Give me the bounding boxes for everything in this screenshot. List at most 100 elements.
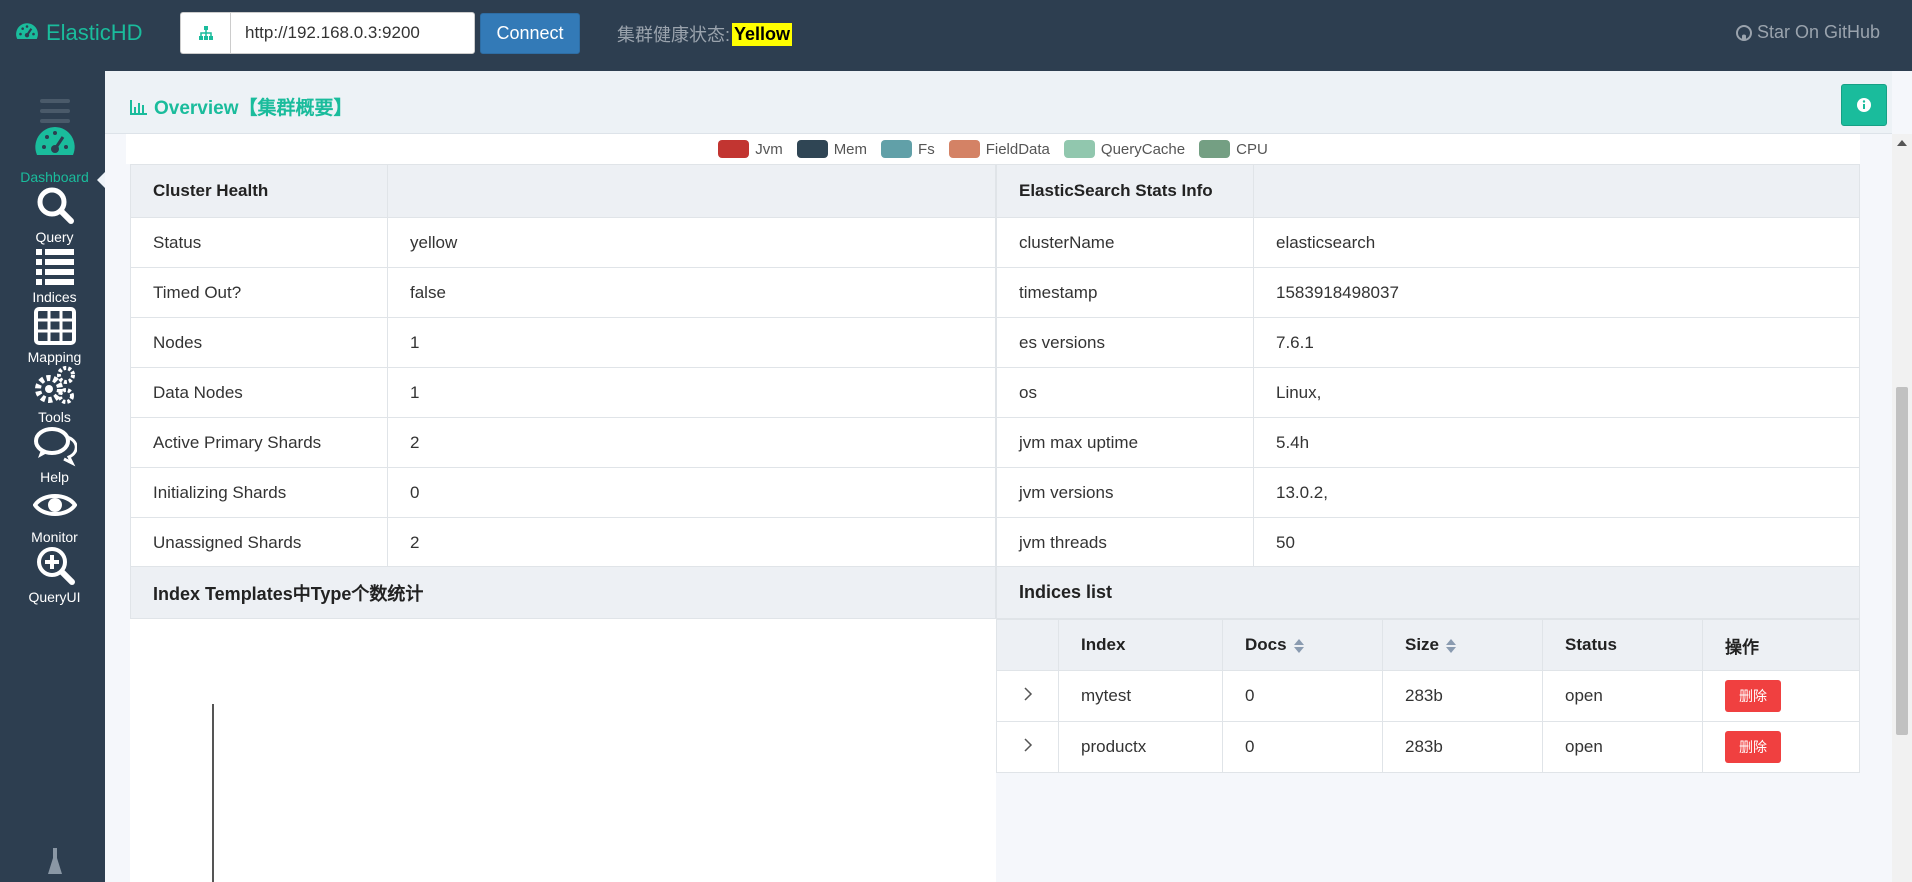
cluster-health-indicator: 集群健康状态: Yellow [617,21,793,47]
row-value: 1 [387,317,996,368]
top-navbar: ElasticHD Connect 集群健康状态: Yellow Star On… [0,0,1912,66]
legend-item-cpu[interactable]: CPU [1199,140,1268,158]
url-input-group [180,12,475,54]
table-row: Status yellow [130,217,996,268]
table-row: Timed Out? false [130,267,996,318]
legend-item-fs[interactable]: Fs [881,140,935,158]
dashboard-icon [34,127,75,155]
row-value: 5.4h [1253,417,1860,468]
table-row: Unassigned Shards 2 [130,517,996,568]
dashboard-icon [16,23,38,39]
column-header-docs[interactable]: Docs [1222,619,1383,671]
row-key: Unassigned Shards [130,517,388,568]
sidebar-item-help[interactable]: Help [4,423,105,485]
expand-row-icon[interactable] [996,721,1059,773]
sort-icon[interactable] [1445,638,1457,654]
stats-info-table: ElasticSearch Stats Info clusterName elas… [996,164,1860,568]
page-title: Overview【集群概要】 [130,93,353,120]
sidebar-item-tools[interactable]: Tools [4,363,105,425]
index-docs: 0 [1222,670,1383,722]
table-row: jvm max uptime 5.4h [996,417,1860,468]
row-value: 1583918498037 [1253,267,1860,318]
table-header: Cluster Health [130,164,388,218]
sidebar-item-query[interactable]: Query [4,183,105,245]
column-header-size[interactable]: Size [1382,619,1543,671]
sort-icon[interactable] [1293,638,1305,654]
bar-chart-icon [130,99,147,115]
row-key: Status [130,217,388,268]
row-value: 13.0.2, [1253,467,1860,518]
github-icon [1735,24,1752,41]
table-header [1253,164,1860,218]
github-star-link[interactable]: Star On GitHub [1735,22,1880,43]
index-size: 283b [1382,721,1543,773]
column-header-actions: 操作 [1702,619,1860,671]
row-value: 1 [387,367,996,418]
index-size: 283b [1382,670,1543,722]
sidebar: Dashboard Query Indices Mapping Tools He… [4,71,106,882]
scroll-up-arrow-icon[interactable] [1897,140,1907,146]
legend-label: FieldData [985,140,1050,158]
table-row: Initializing Shards 0 [130,467,996,518]
index-status: open [1542,721,1703,773]
table-row: jvm versions 13.0.2, [996,467,1860,518]
column-header-index: Index [1058,619,1223,671]
legend-item-mem[interactable]: Mem [796,140,868,158]
row-key: timestamp [996,267,1254,318]
expand-row-icon[interactable] [996,670,1059,722]
info-button[interactable] [1841,84,1887,126]
table-row: es versions 7.6.1 [996,317,1860,368]
legend-label: Jvm [755,140,783,158]
legend-swatch [881,140,913,158]
chart-axis [212,704,214,882]
sidebar-item-queryui[interactable]: QueryUI [4,543,105,605]
legend-item-fielddata[interactable]: FieldData [948,140,1050,158]
row-value: false [387,267,996,318]
templates-panel-title: Index Templates中Type个数统计 [130,566,996,619]
sidebar-item-indices[interactable]: Indices [4,243,105,305]
delete-button[interactable]: 删除 [1725,731,1781,763]
legend-label: Fs [918,140,935,158]
legend-item-jvm[interactable]: Jvm [718,140,783,158]
page-scrollbar[interactable] [1892,134,1912,882]
table-row: timestamp 1583918498037 [996,267,1860,318]
index-name: productx [1058,721,1223,773]
templates-chart-area [130,619,996,882]
brand-logo[interactable]: ElasticHD [14,20,143,46]
health-status-badge: Yellow [732,22,793,46]
sidebar-item-monitor[interactable]: Monitor [4,483,105,545]
index-status: open [1542,670,1703,722]
es-url-input[interactable] [230,12,475,54]
column-header-label: Size [1405,635,1440,654]
table-row: productx 0 283b open 删除 [996,721,1860,773]
row-key: Timed Out? [130,267,388,318]
sidebar-item-label: QueryUI [28,589,81,605]
row-value: 50 [1253,517,1860,568]
list-icon [35,249,74,285]
table-row: Data Nodes 1 [130,367,996,418]
row-key: jvm max uptime [996,417,1254,468]
legend-item-querycache[interactable]: QueryCache [1063,140,1185,158]
main-content: Overview【集群概要】 Jvm Mem Fs FieldData Quer… [105,71,1912,882]
row-value: Linux, [1253,367,1860,418]
delete-button[interactable]: 删除 [1725,680,1781,712]
row-value: 2 [387,517,996,568]
comments-icon [33,427,77,467]
sidebar-item-dashboard[interactable]: Dashboard [4,123,105,185]
row-key: jvm threads [996,517,1254,568]
column-header-label: Docs [1245,635,1287,654]
row-key: Active Primary Shards [130,417,388,468]
flask-icon [48,848,62,874]
row-key: clusterName [996,217,1254,268]
table-row: clusterName elasticsearch [996,217,1860,268]
legend-label: CPU [1236,140,1268,158]
row-key: os [996,367,1254,418]
legend-label: Mem [833,140,868,158]
search-plus-icon [36,547,75,585]
sidebar-item-mapping[interactable]: Mapping [4,303,105,365]
connect-button[interactable]: Connect [480,13,580,54]
scroll-thumb[interactable] [1896,387,1908,735]
row-key: jvm versions [996,467,1254,518]
table-row: Active Primary Shards 2 [130,417,996,468]
table-row: mytest 0 283b open 删除 [996,670,1860,722]
